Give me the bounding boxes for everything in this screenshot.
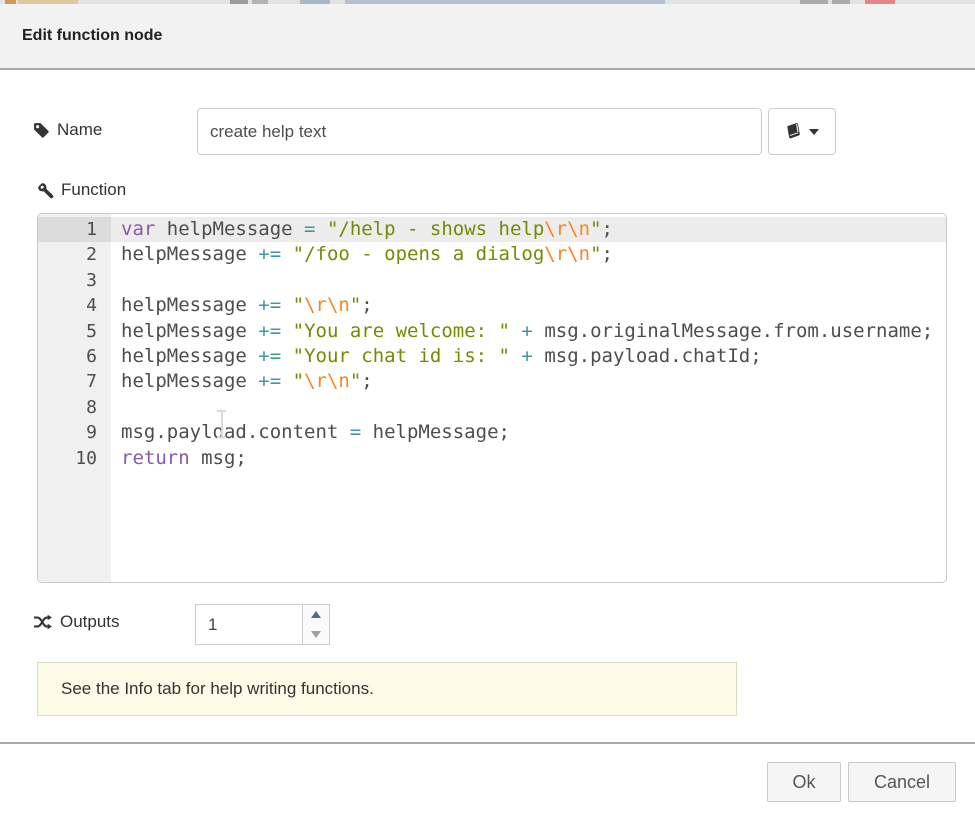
name-label: Name: [57, 120, 102, 140]
gutter-line-number: 2: [38, 242, 111, 267]
spinner-down-button[interactable]: [303, 625, 329, 645]
spinner-up-button[interactable]: [303, 605, 329, 625]
wrench-icon: [37, 182, 54, 199]
gutter-line-number: 6: [38, 344, 111, 369]
gutter-line-number: 1: [38, 217, 111, 242]
code-line[interactable]: [121, 395, 946, 420]
code-line[interactable]: msg.payload.content = helpMessage;: [121, 420, 946, 445]
outputs-label: Outputs: [60, 612, 120, 632]
code-line[interactable]: helpMessage += "\r\n";: [121, 293, 946, 318]
code-line[interactable]: helpMessage += "Your chat id is: " + msg…: [121, 344, 946, 369]
code-line[interactable]: helpMessage += "/foo - opens a dialog\r\…: [121, 242, 946, 267]
code-editor[interactable]: 12345678910 var helpMessage = "/help - s…: [37, 213, 947, 583]
code-line[interactable]: [121, 268, 946, 293]
code-line[interactable]: return msg;: [121, 446, 946, 471]
edit-function-dialog: Edit function node Name: [0, 0, 975, 815]
editor-gutter: 12345678910: [38, 214, 111, 582]
gutter-line-number: 3: [38, 268, 111, 293]
code-line[interactable]: var helpMessage = "/help - shows help\r\…: [111, 217, 946, 242]
library-button[interactable]: [768, 108, 836, 155]
function-label: Function: [61, 180, 126, 200]
gutter-line-number: 7: [38, 369, 111, 394]
editor-lines: var helpMessage = "/help - shows help\r\…: [111, 214, 946, 582]
gutter-line-number: 5: [38, 319, 111, 344]
cancel-button[interactable]: Cancel: [848, 762, 956, 802]
name-label-group: Name: [33, 120, 102, 140]
outputs-input[interactable]: [196, 605, 302, 644]
footer-divider: [0, 742, 975, 744]
triangle-down-icon: [311, 631, 321, 638]
dialog-header: Edit function node: [0, 4, 975, 70]
ok-button[interactable]: Ok: [767, 762, 841, 802]
tag-icon: [33, 122, 50, 139]
info-text: See the Info tab for help writing functi…: [61, 679, 374, 699]
book-icon: [785, 123, 802, 140]
gutter-line-number: 9: [38, 420, 111, 445]
dialog-title: Edit function node: [22, 27, 162, 45]
gutter-line-number: 10: [38, 446, 111, 471]
spinner-buttons: [302, 605, 329, 644]
shuffle-icon: [33, 614, 52, 630]
name-input[interactable]: [197, 108, 762, 155]
function-label-group: Function: [37, 180, 126, 200]
gutter-line-number: 4: [38, 293, 111, 318]
outputs-label-group: Outputs: [33, 612, 120, 632]
outputs-spinner: [195, 604, 330, 645]
info-box: See the Info tab for help writing functi…: [37, 662, 737, 716]
gutter-line-number: 8: [38, 395, 111, 420]
caret-down-icon: [809, 129, 819, 135]
triangle-up-icon: [311, 611, 321, 618]
code-line[interactable]: helpMessage += "\r\n";: [121, 369, 946, 394]
code-line[interactable]: helpMessage += "You are welcome: " + msg…: [121, 319, 946, 344]
